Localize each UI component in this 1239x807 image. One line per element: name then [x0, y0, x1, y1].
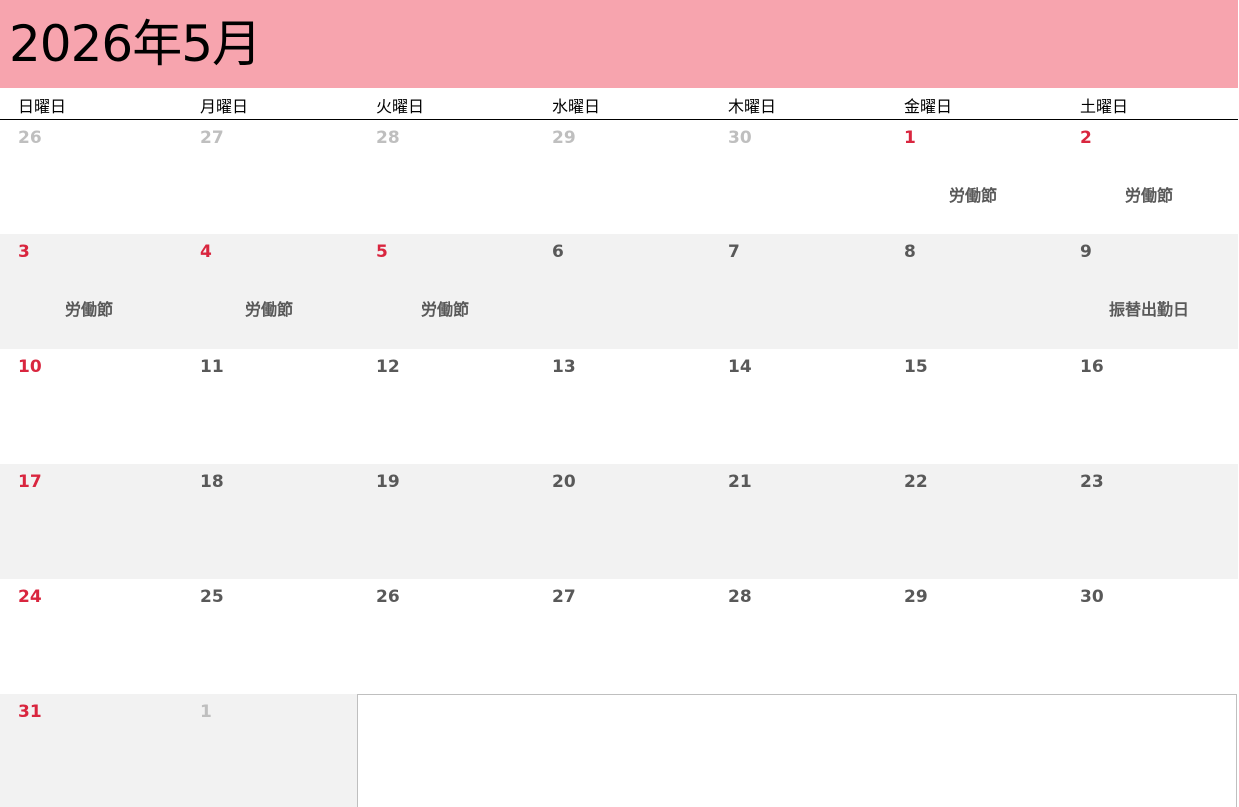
day-number: 12	[376, 357, 400, 377]
day-note: 労働節	[64, 300, 114, 319]
day-number: 26	[18, 128, 42, 148]
day-cell-wednesday[interactable]: 27	[534, 579, 710, 694]
day-number: 27	[200, 128, 224, 148]
day-cell-friday[interactable]: 22	[886, 464, 1062, 579]
weekday-saturday: 土曜日	[1080, 97, 1129, 116]
day-number: 29	[552, 128, 576, 148]
weekday-header-row: 日曜日 月曜日 火曜日 水曜日 木曜日 金曜日 土曜日	[0, 88, 1238, 120]
week-row: 24 25 26 27 28 29 30	[0, 579, 1238, 694]
day-cell-saturday[interactable]: 23	[1062, 464, 1238, 579]
day-cell-monday[interactable]: 1	[182, 694, 358, 807]
day-cell-sunday[interactable]: 10	[0, 349, 182, 464]
day-number: 28	[728, 587, 752, 607]
day-cell-monday[interactable]: 25	[182, 579, 358, 694]
day-number: 1	[200, 702, 212, 722]
day-number: 19	[376, 472, 400, 492]
day-number: 22	[904, 472, 928, 492]
day-number: 8	[904, 242, 916, 262]
day-cell-wednesday[interactable]: 29	[534, 120, 710, 235]
day-cell-friday[interactable]: 8	[886, 234, 1062, 349]
weekday-sunday: 日曜日	[18, 97, 67, 116]
day-number: 21	[728, 472, 752, 492]
day-number: 25	[200, 587, 224, 607]
day-number: 20	[552, 472, 576, 492]
day-number: 10	[18, 357, 42, 377]
day-cell-monday[interactable]: 11	[182, 349, 358, 464]
week-row: 26 27 28 29 30 1 労働節 2 労働節	[0, 120, 1238, 235]
day-number: 11	[200, 357, 224, 377]
day-number: 9	[1080, 242, 1092, 262]
day-cell-sunday[interactable]: 24	[0, 579, 182, 694]
day-cell-monday[interactable]: 18	[182, 464, 358, 579]
day-number: 15	[904, 357, 928, 377]
weekday-friday: 金曜日	[904, 97, 953, 116]
day-number: 29	[904, 587, 928, 607]
weekday-wednesday: 水曜日	[552, 97, 601, 116]
week-row: 31 1	[0, 694, 357, 807]
week-row: 17 18 19 20 21 22 23	[0, 464, 1238, 579]
day-number: 18	[200, 472, 224, 492]
day-note: 労働節	[1124, 186, 1174, 205]
day-number: 30	[1080, 587, 1104, 607]
day-number: 13	[552, 357, 576, 377]
weekday-monday: 月曜日	[200, 97, 249, 116]
day-number: 24	[18, 587, 42, 607]
day-number: 1	[904, 128, 916, 148]
month-header: 2026年5月	[0, 0, 1238, 88]
day-cell-sunday[interactable]: 26	[0, 120, 182, 235]
day-note: 労働節	[948, 186, 998, 205]
month-title: 2026年5月	[9, 15, 262, 73]
day-note: 労働節	[244, 300, 294, 319]
day-cell-wednesday[interactable]: 20	[534, 464, 710, 579]
day-number: 17	[18, 472, 42, 492]
day-cell-saturday[interactable]: 9 振替出勤日	[1062, 234, 1238, 349]
week-row: 10 11 12 13 14 15 16	[0, 349, 1238, 464]
day-number: 4	[200, 242, 212, 262]
day-cell-saturday[interactable]: 2 労働節	[1062, 120, 1238, 235]
day-number: 23	[1080, 472, 1104, 492]
day-number: 7	[728, 242, 740, 262]
day-note: 労働節	[420, 300, 470, 319]
day-cell-thursday[interactable]: 7	[710, 234, 886, 349]
notes-box[interactable]	[357, 694, 1237, 807]
day-cell-tuesday[interactable]: 26	[358, 579, 534, 694]
day-cell-sunday[interactable]: 31	[0, 694, 182, 807]
day-cell-friday[interactable]: 29	[886, 579, 1062, 694]
day-number: 6	[552, 242, 564, 262]
weekday-thursday: 木曜日	[728, 97, 777, 116]
week-row: 3 労働節 4 労働節 5 労働節 6 7 8 9 振替出勤日	[0, 234, 1238, 349]
day-number: 3	[18, 242, 30, 262]
day-note: 振替出勤日	[1108, 300, 1190, 319]
day-number: 27	[552, 587, 576, 607]
day-cell-sunday[interactable]: 3 労働節	[0, 234, 182, 349]
day-cell-tuesday[interactable]: 5 労働節	[358, 234, 534, 349]
day-cell-monday[interactable]: 27	[182, 120, 358, 235]
day-number: 14	[728, 357, 752, 377]
day-cell-tuesday[interactable]: 19	[358, 464, 534, 579]
day-number: 16	[1080, 357, 1104, 377]
day-cell-sunday[interactable]: 17	[0, 464, 182, 579]
day-cell-saturday[interactable]: 30	[1062, 579, 1238, 694]
day-cell-friday[interactable]: 1 労働節	[886, 120, 1062, 235]
day-cell-monday[interactable]: 4 労働節	[182, 234, 358, 349]
day-number: 5	[376, 242, 388, 262]
day-cell-thursday[interactable]: 21	[710, 464, 886, 579]
day-number: 28	[376, 128, 400, 148]
day-number: 26	[376, 587, 400, 607]
day-cell-wednesday[interactable]: 6	[534, 234, 710, 349]
day-cell-saturday[interactable]: 16	[1062, 349, 1238, 464]
day-cell-tuesday[interactable]: 28	[358, 120, 534, 235]
day-cell-friday[interactable]: 15	[886, 349, 1062, 464]
day-number: 31	[18, 702, 42, 722]
day-cell-thursday[interactable]: 28	[710, 579, 886, 694]
day-cell-wednesday[interactable]: 13	[534, 349, 710, 464]
day-cell-thursday[interactable]: 14	[710, 349, 886, 464]
day-cell-tuesday[interactable]: 12	[358, 349, 534, 464]
day-number: 30	[728, 128, 752, 148]
day-number: 2	[1080, 128, 1092, 148]
day-cell-thursday[interactable]: 30	[710, 120, 886, 235]
weekday-tuesday: 火曜日	[376, 97, 425, 116]
